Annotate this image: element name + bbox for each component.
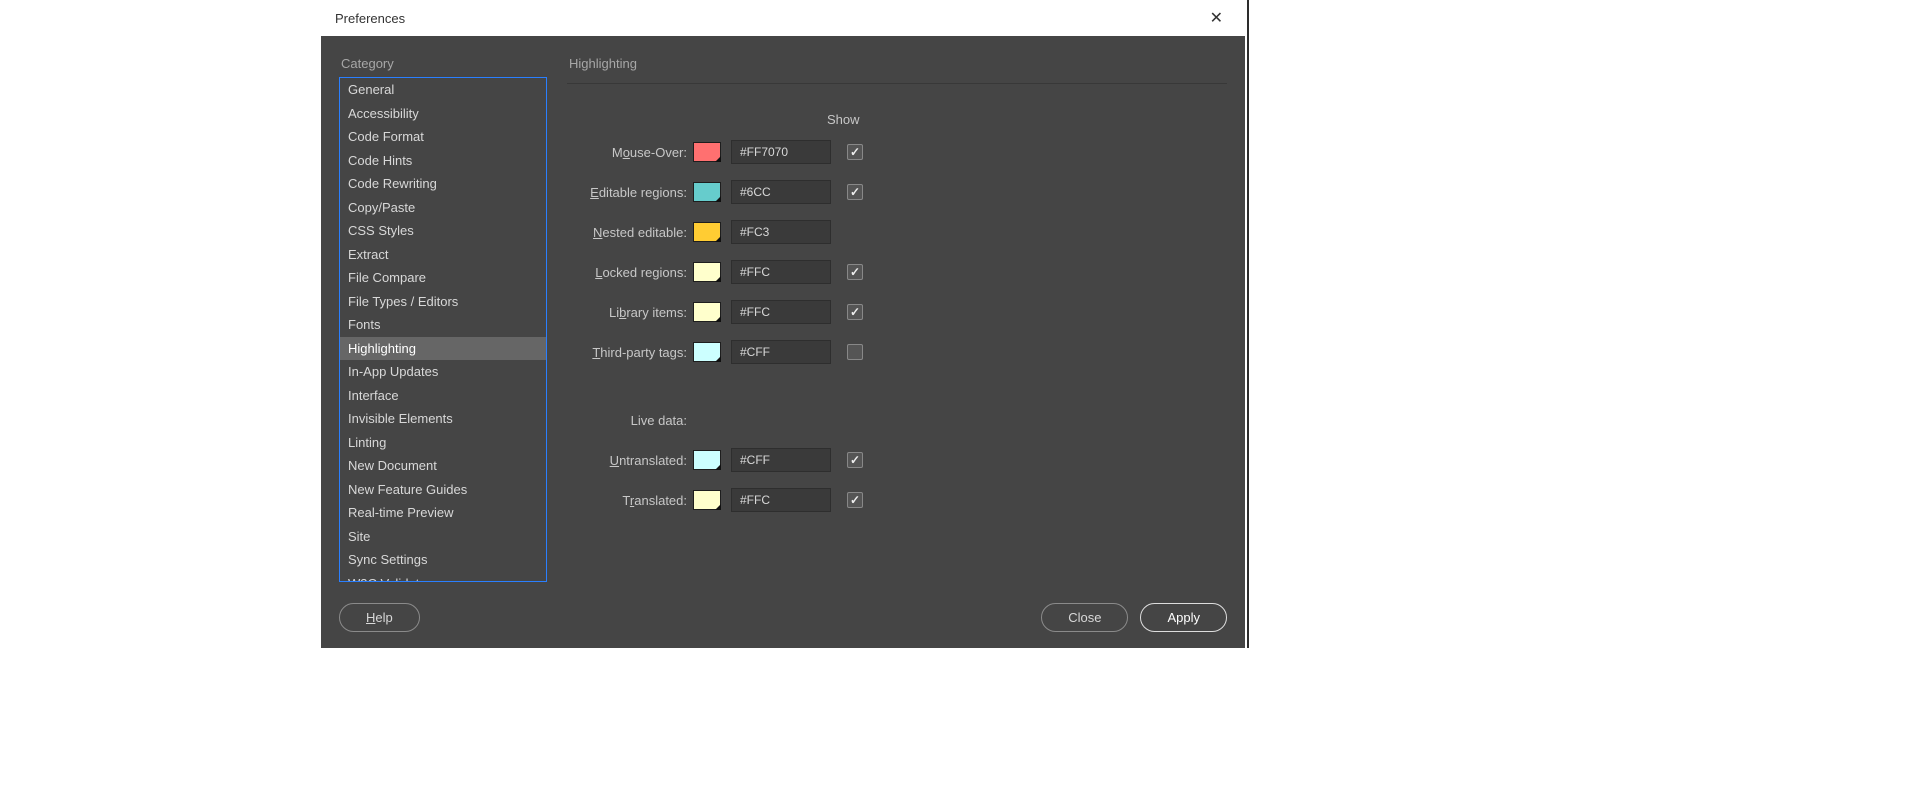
category-item[interactable]: New Feature Guides [340, 478, 546, 502]
category-item[interactable]: File Compare [340, 266, 546, 290]
row-label: Translated: [573, 493, 687, 508]
category-item[interactable]: In-App Updates [340, 360, 546, 384]
dialog-footer: Help Close Apply [339, 585, 1227, 632]
category-item[interactable]: Code Rewriting [340, 172, 546, 196]
panel-title: Highlighting [567, 56, 1227, 71]
live-data-label: Live data: [573, 413, 687, 428]
category-item[interactable]: Code Hints [340, 149, 546, 173]
category-item[interactable]: Extract [340, 243, 546, 267]
row-label: Locked regions: [573, 265, 687, 280]
highlight-row: Mouse-Over: [573, 139, 1227, 165]
divider [567, 83, 1227, 84]
hex-input[interactable] [731, 448, 831, 472]
show-checkbox[interactable] [847, 304, 863, 320]
color-swatch[interactable] [693, 302, 721, 322]
row-label: Library items: [573, 305, 687, 320]
category-item[interactable]: Copy/Paste [340, 196, 546, 220]
preferences-dialog: Preferences ✕ Category GeneralAccessibil… [321, 0, 1245, 648]
dialog-title: Preferences [335, 11, 405, 26]
titlebar: Preferences ✕ [321, 0, 1245, 36]
show-checkbox[interactable] [847, 144, 863, 160]
category-item[interactable]: Code Format [340, 125, 546, 149]
help-button[interactable]: Help [339, 603, 420, 632]
highlight-row: Third-party tags: [573, 339, 1227, 365]
category-item[interactable]: Real-time Preview [340, 501, 546, 525]
color-swatch[interactable] [693, 142, 721, 162]
show-checkbox[interactable] [847, 492, 863, 508]
category-item[interactable]: Sync Settings [340, 548, 546, 572]
category-list[interactable]: GeneralAccessibilityCode FormatCode Hint… [339, 77, 547, 582]
category-item[interactable]: Invisible Elements [340, 407, 546, 431]
highlight-row: Translated: [573, 487, 1227, 513]
highlight-row: Untranslated: [573, 447, 1227, 473]
hex-input[interactable] [731, 260, 831, 284]
close-button[interactable]: Close [1041, 603, 1128, 632]
row-label: Untranslated: [573, 453, 687, 468]
row-label: Third-party tags: [573, 345, 687, 360]
color-swatch[interactable] [693, 342, 721, 362]
show-checkbox[interactable] [847, 452, 863, 468]
show-checkbox[interactable] [847, 184, 863, 200]
apply-button[interactable]: Apply [1140, 603, 1227, 632]
category-item[interactable]: Interface [340, 384, 546, 408]
hex-input[interactable] [731, 220, 831, 244]
show-checkbox[interactable] [847, 264, 863, 280]
highlight-row: Locked regions: [573, 259, 1227, 285]
color-swatch[interactable] [693, 222, 721, 242]
hex-input[interactable] [731, 180, 831, 204]
color-swatch[interactable] [693, 450, 721, 470]
category-header: Category [339, 56, 547, 71]
show-column-header: Show [573, 112, 1227, 127]
category-item[interactable]: Highlighting [340, 337, 546, 361]
color-swatch[interactable] [693, 182, 721, 202]
hex-input[interactable] [731, 300, 831, 324]
hex-input[interactable] [731, 488, 831, 512]
dialog-body: Category GeneralAccessibilityCode Format… [321, 36, 1245, 648]
category-item[interactable]: Fonts [340, 313, 546, 337]
hex-input[interactable] [731, 140, 831, 164]
close-icon[interactable]: ✕ [1202, 4, 1231, 32]
highlight-row: Nested editable: [573, 219, 1227, 245]
category-item[interactable]: CSS Styles [340, 219, 546, 243]
window-edge [1247, 0, 1249, 648]
hex-input[interactable] [731, 340, 831, 364]
category-item[interactable]: Site [340, 525, 546, 549]
row-label: Nested editable: [573, 225, 687, 240]
category-item[interactable]: File Types / Editors [340, 290, 546, 314]
row-label: Editable regions: [573, 185, 687, 200]
category-item[interactable]: New Document [340, 454, 546, 478]
highlight-row: Editable regions: [573, 179, 1227, 205]
highlight-row: Library items: [573, 299, 1227, 325]
row-label: Mouse-Over: [573, 145, 687, 160]
category-item[interactable]: Accessibility [340, 102, 546, 126]
color-swatch[interactable] [693, 262, 721, 282]
category-item[interactable]: W3C Validator [340, 572, 546, 583]
show-checkbox[interactable] [847, 344, 863, 360]
category-item[interactable]: General [340, 78, 546, 102]
category-item[interactable]: Linting [340, 431, 546, 455]
color-swatch[interactable] [693, 490, 721, 510]
